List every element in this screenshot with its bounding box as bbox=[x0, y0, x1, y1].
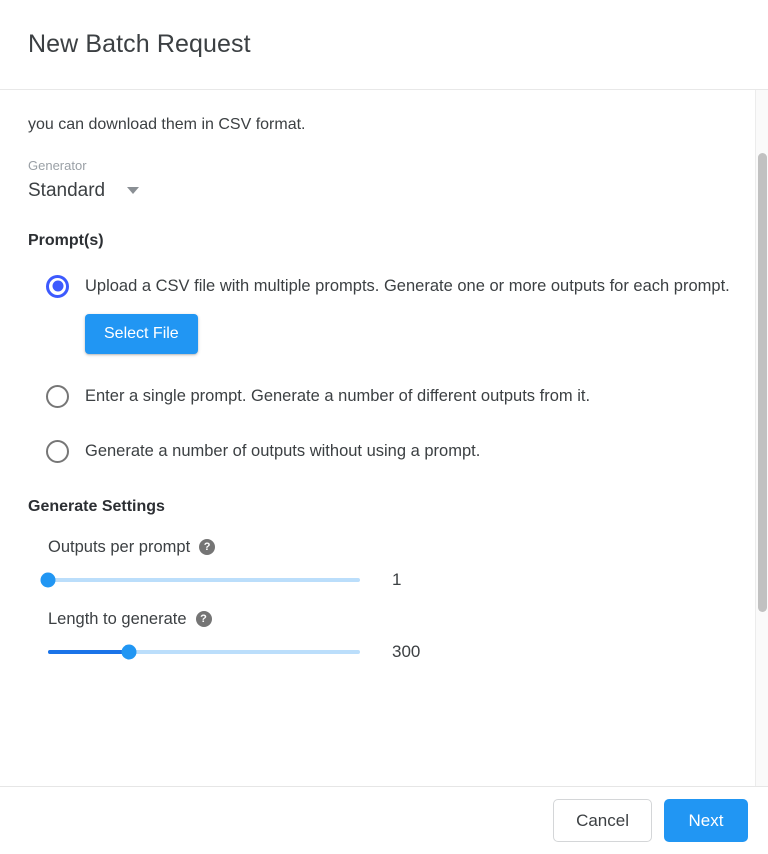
slider-thumb[interactable] bbox=[40, 572, 56, 588]
radio-icon-unselected[interactable] bbox=[46, 385, 69, 409]
generator-label: Generator bbox=[28, 157, 87, 173]
slider-label-outputs-per-prompt: Outputs per prompt bbox=[48, 537, 191, 556]
slider-length-to-generate[interactable] bbox=[48, 644, 360, 660]
scrollbar-thumb[interactable] bbox=[758, 152, 767, 612]
slider-outputs-per-prompt[interactable] bbox=[40, 572, 360, 588]
prompt-radio-group: Upload a CSV file with multiple prompts.… bbox=[28, 274, 740, 464]
slider-thumb[interactable] bbox=[121, 644, 137, 660]
dialog-footer: Cancel Next bbox=[0, 787, 768, 854]
generate-settings-block: Outputs per prompt ? 1 Length to generat… bbox=[28, 538, 740, 662]
next-button[interactable]: Next bbox=[664, 799, 748, 842]
radio-option-single-prompt[interactable]: Enter a single prompt. Generate a number… bbox=[46, 384, 740, 409]
generator-select[interactable]: Standard bbox=[28, 179, 140, 202]
scrollbar[interactable] bbox=[755, 90, 768, 786]
new-batch-request-dialog: New Batch Request you can download them … bbox=[0, 0, 768, 854]
cancel-button[interactable]: Cancel bbox=[553, 799, 652, 842]
help-circle-icon[interactable]: ? bbox=[199, 539, 216, 556]
intro-text: you can download them in CSV format. bbox=[28, 116, 306, 133]
radio-icon-unselected[interactable] bbox=[46, 440, 69, 464]
dialog-body: you can download them in CSV format. Gen… bbox=[0, 90, 768, 787]
radio-label-single-prompt: Enter a single prompt. Generate a number… bbox=[85, 387, 591, 406]
chevron-down-icon bbox=[127, 187, 140, 195]
radio-icon-selected[interactable] bbox=[46, 274, 69, 298]
generate-settings-heading: Generate Settings bbox=[28, 497, 165, 515]
slider-value-length-to-generate: 300 bbox=[392, 641, 421, 661]
select-file-button[interactable]: Select File bbox=[85, 314, 198, 355]
radio-option-no-prompt[interactable]: Generate a number of outputs without usi… bbox=[46, 439, 740, 464]
generator-field: Generator Standard bbox=[28, 158, 740, 202]
radio-label-no-prompt: Generate a number of outputs without usi… bbox=[85, 442, 481, 461]
slider-field-outputs-per-prompt: Outputs per prompt ? 1 bbox=[40, 537, 740, 590]
dialog-header: New Batch Request bbox=[0, 0, 768, 90]
slider-field-length-to-generate: Length to generate ? 300 bbox=[48, 610, 740, 662]
slider-label-length-to-generate: Length to generate bbox=[48, 609, 187, 628]
radio-option-upload-csv[interactable]: Upload a CSV file with multiple prompts.… bbox=[46, 274, 740, 355]
prompts-heading: Prompt(s) bbox=[28, 231, 104, 249]
radio-label-upload-csv: Upload a CSV file with multiple prompts.… bbox=[85, 276, 730, 295]
dialog-body-content: you can download them in CSV format. Gen… bbox=[0, 90, 768, 786]
slider-value-outputs-per-prompt: 1 bbox=[392, 569, 402, 589]
generator-selected-value: Standard bbox=[28, 179, 106, 201]
help-circle-icon[interactable]: ? bbox=[195, 611, 212, 628]
page-title: New Batch Request bbox=[28, 30, 251, 58]
slider-fill bbox=[48, 649, 130, 654]
